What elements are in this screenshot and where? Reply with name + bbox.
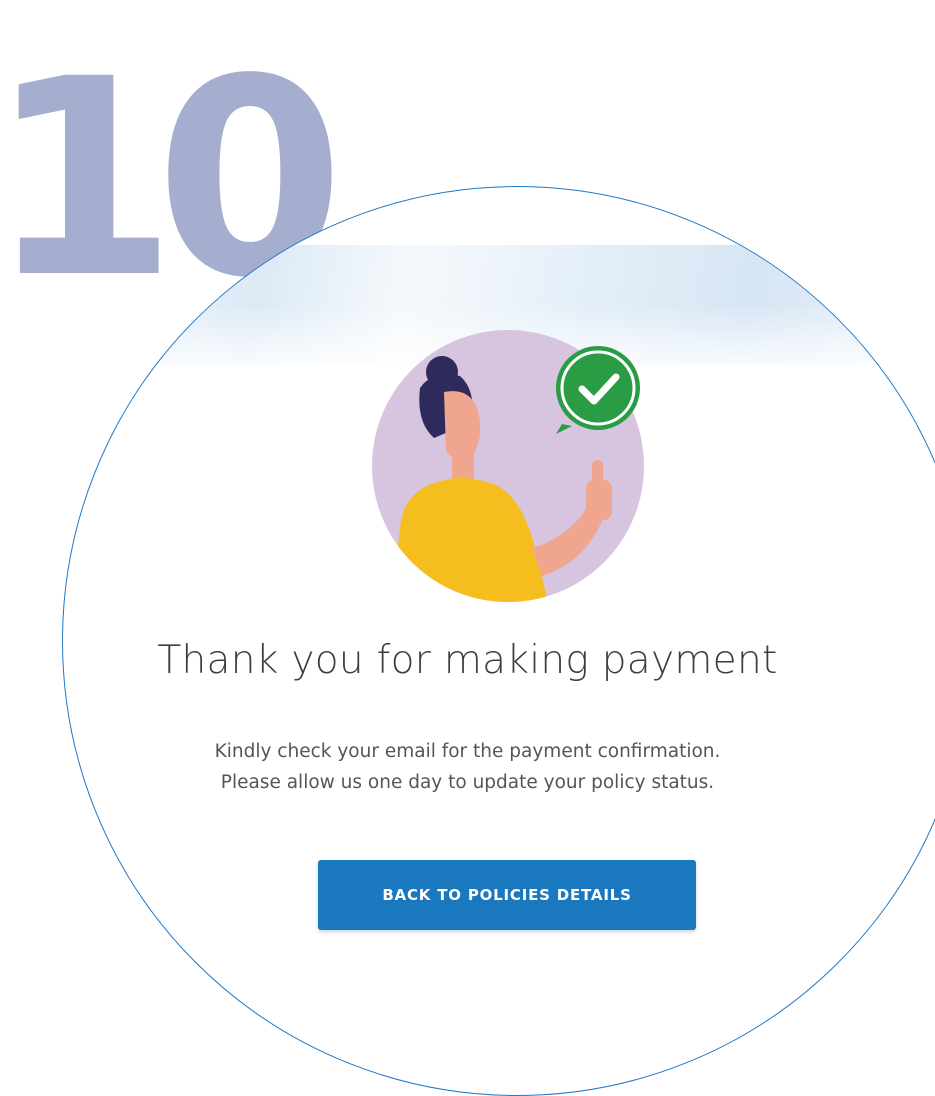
message-line-1: Kindly check your email for the payment …	[214, 741, 721, 762]
confirmation-title: Thank you for making payment	[157, 638, 778, 683]
message-line-2: Please allow us one day to update your p…	[220, 772, 715, 793]
checkmark-badge	[556, 346, 640, 434]
confirmation-message: Kindly check your email for the payment …	[0, 736, 935, 798]
back-to-policies-button[interactable]: BACK TO POLICIES DETAILS	[318, 860, 696, 930]
